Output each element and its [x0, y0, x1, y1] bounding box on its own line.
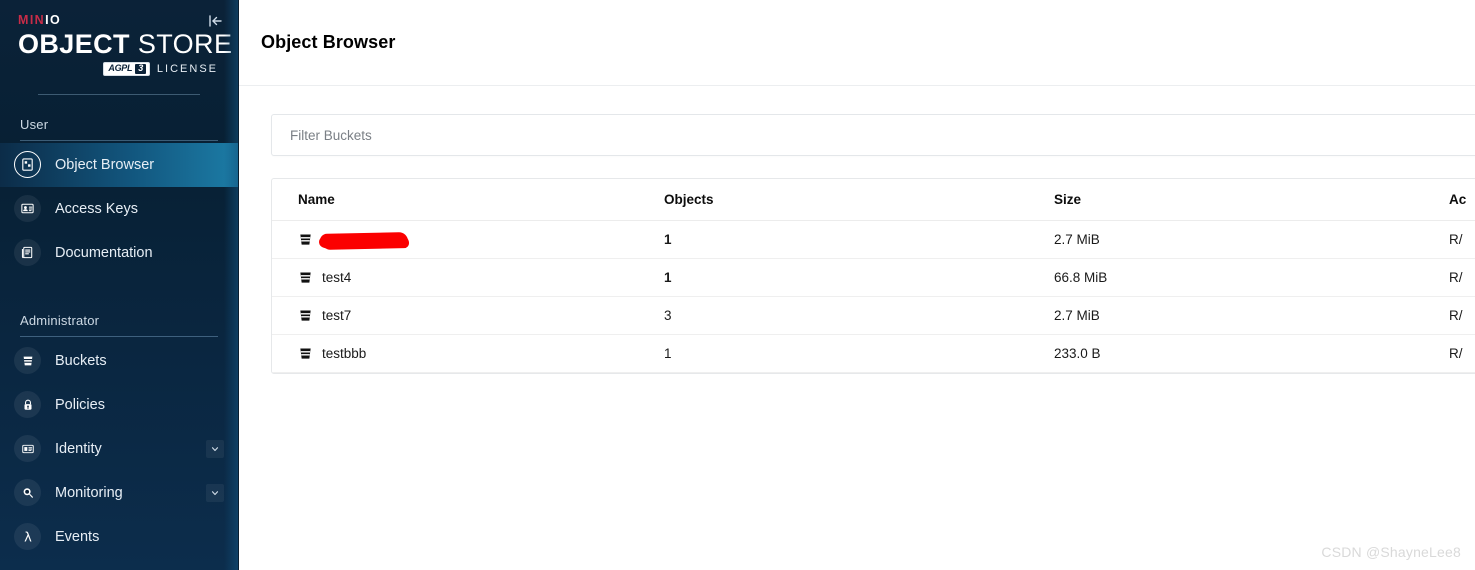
- chevron-down-icon[interactable]: [206, 483, 224, 502]
- sidebar-item-label: Events: [55, 528, 100, 545]
- bucket-icon: [300, 310, 311, 321]
- access-keys-icon: [14, 195, 41, 223]
- minio-suffix: IO: [45, 13, 62, 27]
- buckets-table-head: Name Objects Size Ac: [272, 179, 1475, 221]
- table-row[interactable]: 1 2.7 MiB R/: [272, 220, 1475, 259]
- filter-buckets-input[interactable]: Filter Buckets: [271, 114, 1475, 156]
- documentation-icon: [14, 239, 41, 267]
- app-root: MINIO OBJECT STORE AGPL 3 LICENSE User O…: [0, 0, 1475, 570]
- agpl-version: 3: [135, 63, 146, 74]
- column-header-size[interactable]: Size: [1054, 179, 1449, 221]
- cell-access: R/: [1449, 334, 1475, 373]
- sidebar-item-label: Policies: [55, 396, 105, 413]
- license-row: AGPL 3 LICENSE: [18, 62, 220, 76]
- sidebar-item-label: Identity: [55, 440, 102, 457]
- sidebar-section-administrator: Administrator Buckets Policies Identity …: [0, 307, 238, 559]
- sidebar-item-access-keys[interactable]: Access Keys: [0, 187, 238, 231]
- collapse-left-icon[interactable]: [204, 10, 226, 32]
- sidebar-item-label: Documentation: [55, 244, 153, 261]
- cell-objects-count: 3: [664, 296, 1054, 335]
- bucket-name-text: test4: [322, 270, 352, 285]
- bucket-name-text: test7: [322, 308, 352, 323]
- sidebar-section-rule: [20, 335, 218, 337]
- column-header-access[interactable]: Ac: [1449, 179, 1475, 221]
- table-row[interactable]: testbbb 1 233.0 B R/: [272, 334, 1475, 373]
- cell-bucket-name[interactable]: testbbb: [272, 334, 664, 373]
- bucket-icon: [300, 272, 311, 283]
- minio-wordmark: MINIO: [18, 13, 220, 28]
- identity-icon: [14, 435, 41, 463]
- cell-access: R/: [1449, 220, 1475, 259]
- object-browser-icon: [14, 151, 41, 179]
- bucket-name-wrapper: testbbb: [298, 346, 664, 361]
- sidebar-section-title-administrator: Administrator: [20, 312, 100, 328]
- content-area: Filter Buckets Name Objects Size Ac 1 2.…: [239, 86, 1475, 374]
- cell-size: 2.7 MiB: [1054, 220, 1449, 259]
- table-row[interactable]: test7 3 2.7 MiB R/: [272, 296, 1475, 335]
- svg-text:λ: λ: [24, 530, 32, 545]
- table-header-row: Name Objects Size Ac: [272, 179, 1475, 221]
- cell-objects-count: 1: [664, 258, 1054, 297]
- sidebar-item-label: Object Browser: [55, 156, 155, 173]
- bucket-name-wrapper: [298, 232, 664, 249]
- monitoring-icon: [14, 479, 41, 507]
- column-header-objects[interactable]: Objects: [664, 179, 1054, 221]
- bucket-icon: [300, 234, 311, 245]
- sidebar-item-monitoring[interactable]: Monitoring: [0, 471, 238, 515]
- agpl-label: AGPL: [108, 63, 133, 74]
- cell-access: R/: [1449, 258, 1475, 297]
- sidebar-section-title-user: User: [20, 116, 49, 132]
- cell-bucket-name[interactable]: test4: [272, 258, 664, 297]
- minio-prefix: MIN: [18, 13, 46, 27]
- sidebar-item-buckets[interactable]: Buckets: [0, 339, 238, 383]
- column-header-name[interactable]: Name: [272, 179, 664, 221]
- buckets-table: Name Objects Size Ac 1 2.7 MiB R/ test4 …: [272, 179, 1475, 373]
- license-label: LICENSE: [156, 63, 218, 76]
- bucket-name-text: testbbb: [322, 346, 367, 361]
- cell-size: 2.7 MiB: [1054, 296, 1449, 335]
- buckets-table-body: 1 2.7 MiB R/ test4 1 66.8 MiB R/ test7 3…: [272, 220, 1475, 373]
- buckets-table-card: Name Objects Size Ac 1 2.7 MiB R/ test4 …: [271, 178, 1475, 374]
- sidebar-item-events[interactable]: λ Events: [0, 515, 238, 559]
- cell-objects-count: 1: [664, 334, 1054, 373]
- filter-buckets-placeholder: Filter Buckets: [290, 127, 372, 143]
- lock-icon: [14, 391, 41, 419]
- redaction-marker: [319, 232, 409, 249]
- object-word: OBJECT: [18, 28, 130, 59]
- sidebar-item-label: Access Keys: [55, 200, 138, 217]
- sidebar-section-rule: [20, 139, 218, 141]
- agpl-badge-icon: AGPL 3: [103, 62, 150, 76]
- logo-divider: [38, 93, 200, 95]
- cell-objects-count: 1: [664, 220, 1054, 259]
- sidebar: MINIO OBJECT STORE AGPL 3 LICENSE User O…: [0, 0, 239, 570]
- sidebar-item-label: Buckets: [55, 352, 107, 369]
- cell-bucket-name[interactable]: test7: [272, 296, 664, 335]
- page-title: Object Browser: [261, 32, 396, 52]
- store-word: STORE: [137, 28, 233, 59]
- sidebar-item-identity[interactable]: Identity: [0, 427, 238, 471]
- sidebar-item-object-browser[interactable]: Object Browser: [0, 142, 238, 187]
- cell-size: 66.8 MiB: [1054, 258, 1449, 297]
- page-header: Object Browser: [239, 0, 1475, 86]
- chevron-down-icon[interactable]: [206, 439, 224, 458]
- bucket-name-wrapper: test7: [298, 308, 664, 323]
- object-store-wordmark: OBJECT STORE: [18, 28, 232, 59]
- cell-access: R/: [1449, 296, 1475, 335]
- brand-logo-block: MINIO OBJECT STORE AGPL 3 LICENSE: [0, 0, 238, 95]
- csdn-watermark: CSDN @ShayneLee8: [1321, 544, 1461, 560]
- sidebar-section-user: User Object Browser Access Keys Document…: [0, 111, 238, 275]
- cell-size: 233.0 B: [1054, 334, 1449, 373]
- sidebar-item-documentation[interactable]: Documentation: [0, 231, 238, 275]
- main-content: Object Browser Filter Buckets Name Objec…: [239, 0, 1475, 570]
- table-row[interactable]: test4 1 66.8 MiB R/: [272, 258, 1475, 297]
- lambda-icon: λ: [14, 523, 41, 551]
- cell-bucket-name[interactable]: [272, 220, 664, 259]
- sidebar-item-label: Monitoring: [55, 484, 123, 501]
- bucket-icon: [14, 347, 41, 375]
- bucket-name-wrapper: test4: [298, 270, 664, 285]
- bucket-icon: [300, 348, 311, 359]
- sidebar-item-policies[interactable]: Policies: [0, 383, 238, 427]
